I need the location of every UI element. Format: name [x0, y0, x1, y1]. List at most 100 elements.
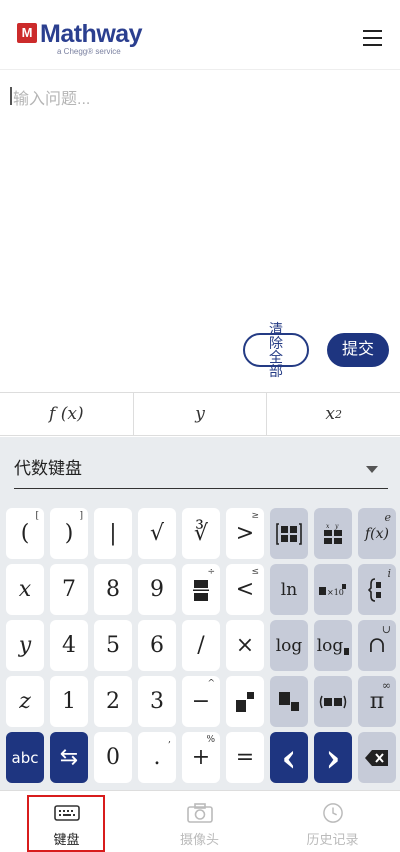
det-key[interactable]: xy	[314, 508, 352, 559]
power-icon	[236, 691, 254, 712]
logo-mark: M	[17, 23, 37, 43]
key-alt-label: ≤	[251, 567, 259, 577]
key-label: ‹	[281, 734, 297, 780]
nav-camera-label: 摄像头	[179, 832, 219, 847]
sci-key[interactable]: ×10	[314, 564, 352, 615]
key-6[interactable]: 6	[138, 620, 176, 671]
power-key[interactable]	[226, 676, 264, 727]
multiply-key[interactable]: ×	[226, 620, 264, 671]
key-alt-label: ]	[79, 511, 83, 521]
plus-key[interactable]: +%	[182, 732, 220, 783]
key-label: −	[191, 689, 211, 714]
key-z[interactable]: z	[6, 676, 44, 727]
key-logb[interactable]: log	[314, 620, 352, 671]
svg-text:x: x	[326, 523, 330, 530]
key-label: )	[64, 521, 74, 546]
key-label: ⇆	[59, 745, 79, 770]
clock-icon	[323, 803, 343, 823]
hamburger-menu-icon[interactable]	[363, 30, 382, 46]
sqrt-key[interactable]: √	[138, 508, 176, 559]
key-log[interactable]: log	[270, 620, 308, 671]
key-0[interactable]: 0	[94, 732, 132, 783]
fx-key[interactable]: f (x)	[0, 393, 134, 435]
sci-icon: ×10	[319, 583, 346, 597]
logo-text: Mathway	[40, 20, 143, 48]
problem-input-placeholder: 输入问题...	[13, 91, 91, 108]
key-8[interactable]: 8	[94, 564, 132, 615]
key-alt-label: e	[384, 511, 391, 524]
nav-keyboard[interactable]: 键盘	[0, 791, 133, 852]
key-3[interactable]: 3	[138, 676, 176, 727]
submit-button[interactable]: 提交	[327, 333, 389, 367]
matrix-icon	[276, 522, 302, 545]
key-label: ›	[325, 734, 341, 780]
key-alt-label: i	[387, 567, 391, 580]
key-2[interactable]: 2	[94, 676, 132, 727]
function-tabbar: f (x) y x2	[0, 392, 400, 436]
open-paren-key[interactable]: ([	[6, 508, 44, 559]
divide-key[interactable]: /	[182, 620, 220, 671]
switch-keyboard-key[interactable]: ⇆	[50, 732, 88, 783]
key-label: ×	[235, 633, 255, 658]
key-label: abc	[11, 748, 39, 767]
decimal-key[interactable]: .,	[138, 732, 176, 783]
cbrt-key[interactable]: ∛	[182, 508, 220, 559]
interval-key[interactable]	[314, 676, 352, 727]
intersection-key[interactable]: ∩ ∪	[358, 620, 396, 671]
abc-keyboard-key[interactable]: abc	[6, 732, 44, 783]
clear-all-button[interactable]: 清除全部	[243, 322, 309, 378]
abs-key[interactable]: |	[94, 508, 132, 559]
interval-icon	[319, 695, 347, 708]
det-icon: xy	[324, 523, 342, 544]
subscript-key[interactable]	[270, 676, 308, 727]
key-7[interactable]: 7	[50, 564, 88, 615]
greater-than-key[interactable]: > ≥	[226, 508, 264, 559]
key-alt-label: %	[206, 735, 215, 745]
backspace-icon	[365, 749, 388, 766]
key-x[interactable]: x	[6, 564, 44, 615]
key-label: ln	[280, 579, 298, 600]
x-squared-key[interactable]: x2	[267, 393, 400, 435]
key-1[interactable]: 1	[50, 676, 88, 727]
less-than-key[interactable]: < ≤	[226, 564, 264, 615]
fraction-icon	[193, 579, 209, 601]
minus-key[interactable]: − ^	[182, 676, 220, 727]
nav-history[interactable]: 历史记录	[266, 791, 399, 852]
key-label: π	[369, 689, 385, 714]
problem-input-area[interactable]: 输入问题... 清除全部 提交	[0, 71, 400, 391]
matrix-key[interactable]	[270, 508, 308, 559]
key-label: log	[317, 636, 350, 656]
key-label: 4	[62, 633, 76, 658]
key-9[interactable]: 9	[138, 564, 176, 615]
key-alt-label: ,	[168, 735, 171, 745]
key-fx[interactable]: f(x) e	[358, 508, 396, 559]
backspace-key[interactable]	[358, 732, 396, 783]
key-label: z	[19, 689, 31, 714]
cases-icon	[368, 577, 381, 602]
cursor-left-key[interactable]: ‹	[270, 732, 308, 783]
key-4[interactable]: 4	[50, 620, 88, 671]
keyboard-type-select[interactable]: 代数键盘	[14, 450, 388, 489]
cursor-right-key[interactable]: ›	[314, 732, 352, 783]
close-paren-key[interactable]: )]	[50, 508, 88, 559]
equals-key[interactable]: =	[226, 732, 264, 783]
fraction-key[interactable]: ÷	[182, 564, 220, 615]
key-alt-label: ÷	[207, 567, 215, 577]
pi-key[interactable]: π ∞	[358, 676, 396, 727]
keyboard-type-label: 代数键盘	[14, 459, 82, 478]
keyboard-icon	[54, 805, 80, 821]
key-alt-label: ≥	[251, 511, 259, 521]
cases-key[interactable]: i	[358, 564, 396, 615]
svg-text:y: y	[334, 523, 339, 530]
key-alt-label: [	[35, 511, 39, 521]
key-5[interactable]: 5	[94, 620, 132, 671]
nav-camera[interactable]: 摄像头	[133, 791, 266, 852]
key-label: 5	[106, 633, 120, 658]
key-label: =	[235, 745, 255, 770]
key-ln[interactable]: ln	[270, 564, 308, 615]
svg-text:×10: ×10	[327, 588, 344, 597]
key-label: f(x)	[364, 525, 389, 542]
key-label: x	[18, 577, 32, 602]
key-y[interactable]: y	[6, 620, 44, 671]
y-key[interactable]: y	[134, 393, 268, 435]
